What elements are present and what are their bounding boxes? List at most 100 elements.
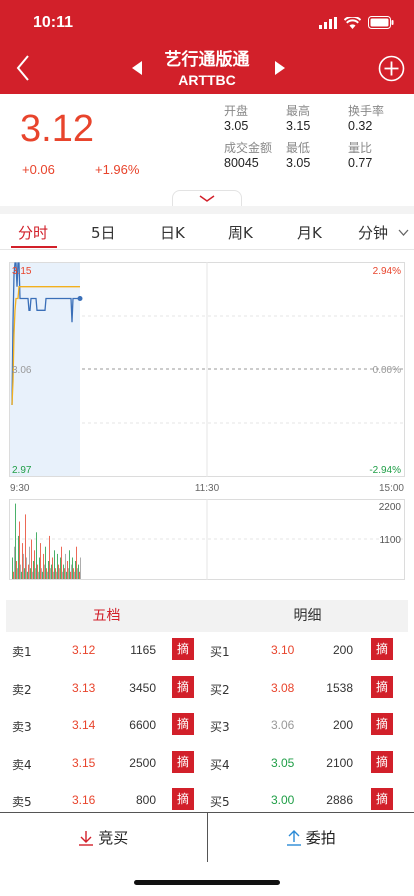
volume-bar [23, 553, 24, 579]
volume-bar [34, 550, 35, 579]
volume-bar [70, 571, 71, 579]
stock-code: ARTTBC [178, 72, 236, 88]
order-book-row: 卖4 3.15 2500 摘 买4 3.05 2100 摘 [0, 750, 414, 777]
volume-bar [20, 564, 21, 579]
take-sell-button[interactable]: 摘 [172, 750, 194, 773]
action-bar: 竞买 委拍 [0, 812, 414, 862]
sell-qty: 3450 [129, 680, 156, 695]
volume-bar [59, 568, 60, 579]
order-book: 五档 明细 卖1 3.12 1165 摘买1 3.10 200 摘卖2 3.13 3450 摘买2… [0, 586, 414, 812]
buy-level-label: 买3 [210, 720, 230, 734]
volume-bar [39, 557, 40, 579]
take-buy-button[interactable]: 摘 [371, 750, 393, 773]
sell-level-label: 卖3 [12, 720, 32, 734]
active-tab-indicator [11, 246, 57, 248]
app-header: 10:11 艺行通版通 ARTTBC [0, 0, 414, 94]
volume-bar [27, 571, 28, 579]
volume-bar [28, 564, 29, 579]
volume-bar [56, 571, 57, 579]
take-buy-button[interactable]: 摘 [371, 788, 393, 810]
volume-bar [42, 571, 43, 579]
take-sell-button[interactable]: 摘 [172, 638, 194, 660]
volume-bar [46, 568, 47, 579]
order-book-row: 卖1 3.12 1165 摘 买1 3.10 200 摘 [0, 638, 414, 664]
buy-level-label: 买4 [210, 757, 230, 772]
tab-daily-k[interactable]: 日K [160, 222, 185, 243]
volume-bar [51, 564, 52, 579]
volume-bar [31, 539, 32, 579]
stock-name: 艺行通版通 [164, 50, 250, 70]
chevron-down-icon [199, 195, 215, 202]
volume-bar [66, 571, 67, 579]
volume-bar [38, 571, 39, 579]
next-stock-icon[interactable] [274, 61, 286, 75]
volume-bar [50, 568, 51, 579]
tab-weekly-k[interactable]: 周K [228, 222, 253, 243]
upload-arrow-icon [286, 829, 301, 846]
bid-buy-button[interactable]: 竞买 [0, 813, 207, 862]
buy-qty: 200 [332, 718, 353, 732]
tab-intraday[interactable]: 分时 [18, 222, 48, 243]
volume-bar [43, 553, 44, 579]
battery-icon [368, 16, 394, 29]
page-title: 艺行通版通 ARTTBC [0, 50, 414, 89]
volume-bar [61, 546, 62, 579]
buy-price: 3.10 [271, 643, 295, 657]
volume-mid-label: 1100 [379, 535, 401, 546]
take-buy-button[interactable]: 摘 [371, 638, 393, 660]
chevron-down-icon[interactable] [398, 229, 409, 237]
tab-5day[interactable]: 5日 [91, 222, 116, 243]
volume-bar [30, 568, 31, 579]
volume-bar [24, 568, 25, 579]
sell-qty: 6600 [129, 718, 156, 732]
sell-price: 3.16 [72, 793, 96, 807]
volume-bar [57, 553, 58, 579]
add-watchlist-icon[interactable] [378, 55, 405, 82]
tab-five-levels[interactable]: 五档 [6, 600, 207, 632]
buy-price: 3.00 [271, 793, 295, 807]
volume-bar [72, 557, 73, 579]
volume-bar [15, 503, 16, 579]
order-book-row: 卖3 3.14 6600 摘 买3 3.06 200 摘 [0, 713, 414, 739]
volume-max-label: 2200 [379, 502, 402, 513]
intraday-chart[interactable]: 3.15 3.06 2.97 2.94% 0.00% -2.94% 9:30 1… [0, 252, 414, 584]
volume-bar [69, 550, 70, 579]
sell-price: 3.14 [72, 718, 96, 732]
section-divider [0, 206, 414, 214]
buy-level-label: 买5 [210, 795, 230, 809]
take-buy-button[interactable]: 摘 [371, 713, 393, 735]
tab-detail[interactable]: 明细 [207, 600, 408, 632]
order-book-tabs: 五档 明细 [6, 600, 408, 632]
y-mid-label: 3.06 [12, 365, 32, 376]
download-arrow-icon [79, 830, 94, 846]
take-sell-button[interactable]: 摘 [172, 713, 194, 735]
volume-bar [68, 568, 69, 579]
volume-bar [22, 543, 23, 579]
volume-bar [13, 571, 14, 579]
take-buy-button[interactable]: 摘 [371, 675, 393, 698]
status-icons [319, 16, 394, 29]
buy-price: 3.06 [271, 718, 295, 732]
volume-bar [47, 571, 48, 579]
volume-bar [40, 543, 41, 579]
stat-high: 最高 3.15 [286, 104, 311, 133]
take-sell-button[interactable]: 摘 [172, 675, 194, 698]
volume-bar [79, 571, 80, 579]
take-sell-button[interactable]: 摘 [172, 788, 194, 810]
home-indicator [134, 880, 280, 885]
status-time: 10:11 [33, 14, 74, 31]
volume-bar [64, 568, 65, 579]
volume-bar [74, 571, 75, 579]
volume-bar [29, 546, 30, 579]
entrust-button[interactable]: 委拍 [206, 813, 414, 862]
volume-bar [60, 557, 61, 579]
sell-price: 3.13 [72, 680, 96, 695]
tab-minute[interactable]: 分钟 [358, 222, 388, 243]
sell-level-label: 卖4 [12, 757, 32, 772]
volume-bar [48, 561, 49, 579]
volume-bar [25, 514, 26, 579]
tab-monthly-k[interactable]: 月K [297, 222, 322, 243]
volume-bar [37, 564, 38, 579]
volume-bar [58, 564, 59, 579]
volume-bar [55, 568, 56, 579]
